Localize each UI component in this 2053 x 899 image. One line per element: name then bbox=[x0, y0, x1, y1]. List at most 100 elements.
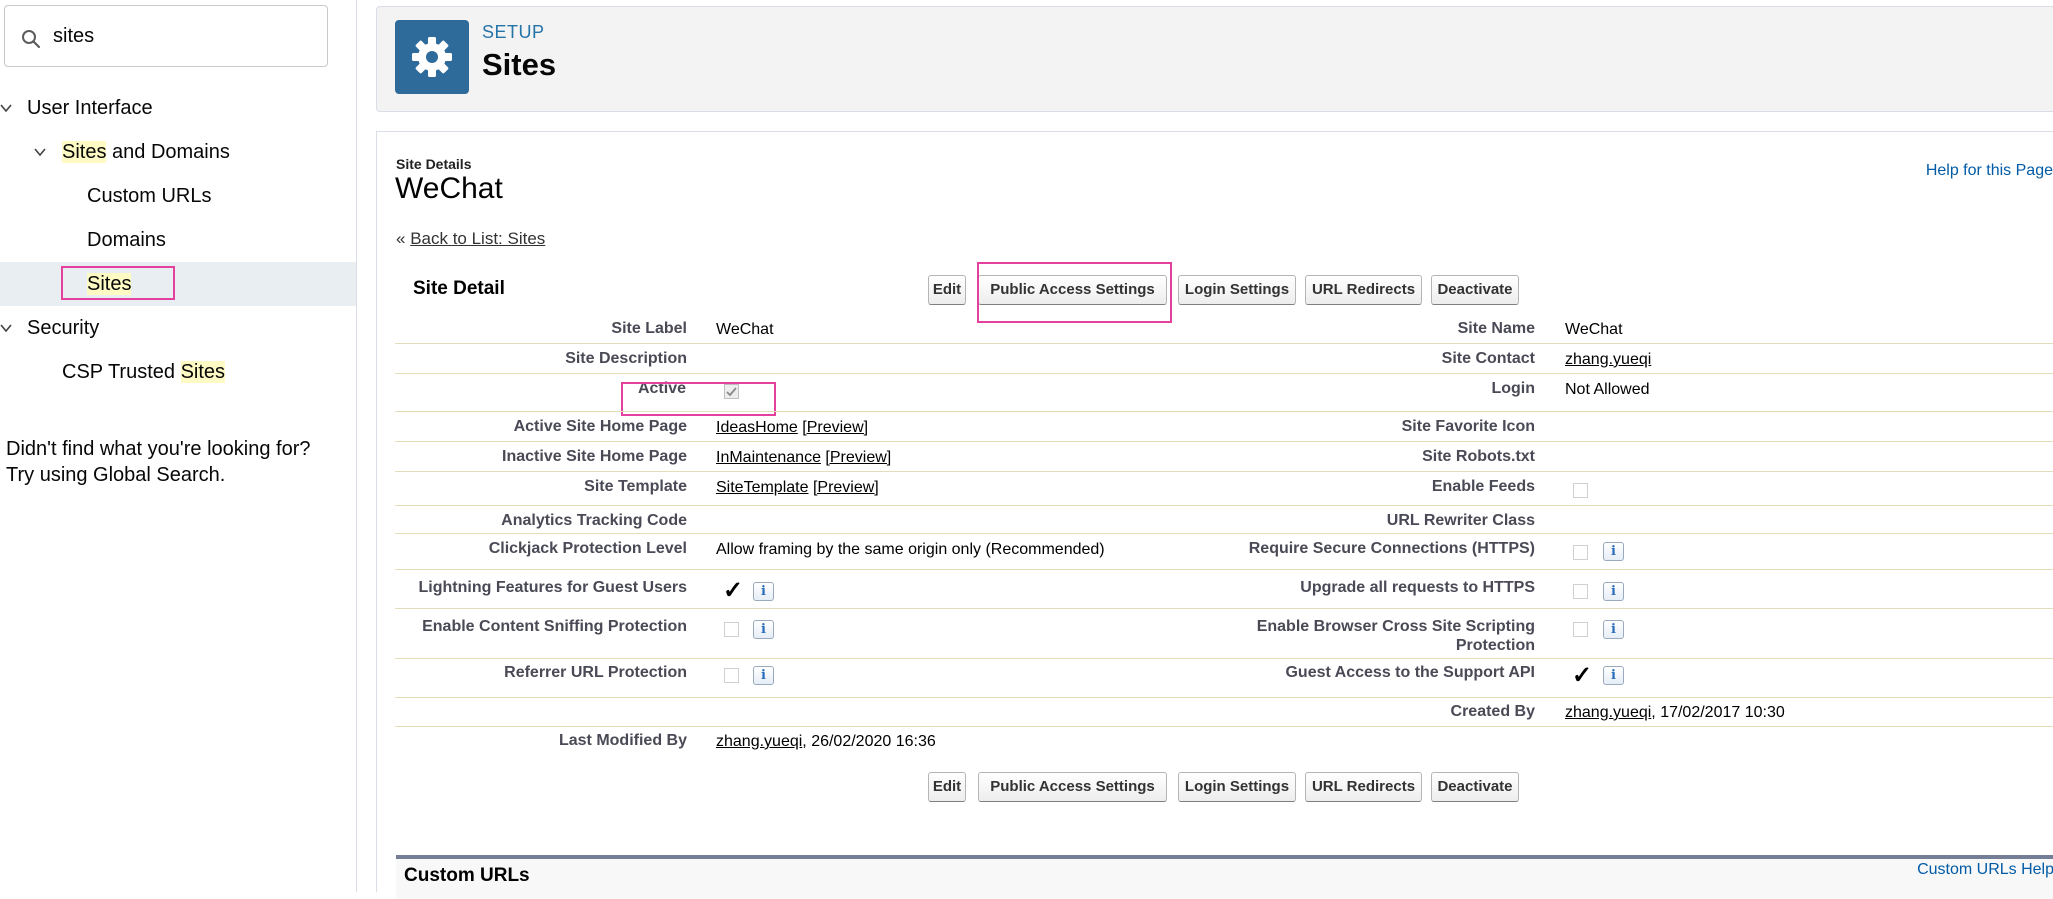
info-icon[interactable]: i bbox=[753, 582, 774, 601]
rewriter-label: URL Rewriter Class bbox=[1386, 512, 1535, 529]
content-sniff-checkbox bbox=[724, 622, 739, 637]
url-redirects-button-bottom[interactable]: URL Redirects bbox=[1305, 772, 1422, 802]
tree-item-sites[interactable]: Sites bbox=[0, 262, 356, 306]
back-to-list-link[interactable]: Back to List: Sites bbox=[410, 229, 545, 248]
not-found-line-1: Didn't find what you're looking for? bbox=[6, 438, 311, 460]
deactivate-button[interactable]: Deactivate bbox=[1431, 275, 1519, 305]
page-title: Sites bbox=[482, 47, 557, 82]
tree-item-custom-urls[interactable]: Custom URLs bbox=[0, 174, 356, 218]
login-settings-button[interactable]: Login Settings bbox=[1178, 275, 1296, 305]
row-divider bbox=[395, 343, 2053, 344]
custom-urls-help-link[interactable]: Custom URLs Help bbox=[1917, 861, 2053, 879]
info-icon[interactable]: i bbox=[753, 666, 774, 685]
chevron-down-icon[interactable] bbox=[34, 146, 46, 158]
tree-item-sites-and-domains[interactable]: Sites and Domains bbox=[0, 130, 356, 174]
active-home-label: Active Site Home Page bbox=[513, 418, 687, 435]
site-label-label: Site Label bbox=[611, 320, 687, 337]
template-label: Site Template bbox=[584, 478, 687, 495]
login-settings-button-bottom[interactable]: Login Settings bbox=[1178, 772, 1296, 802]
active-home-preview-link[interactable]: [Preview] bbox=[802, 419, 868, 436]
url-redirects-button[interactable]: URL Redirects bbox=[1305, 275, 1422, 305]
modified-by-date: , 26/02/2020 16:36 bbox=[802, 733, 936, 750]
tree-item-security[interactable]: Security bbox=[0, 306, 356, 350]
inactive-home-label: Inactive Site Home Page bbox=[502, 448, 687, 465]
favorite-icon-label: Site Favorite Icon bbox=[1401, 418, 1535, 435]
modified-by-user-link[interactable]: zhang.yueqi bbox=[716, 733, 802, 750]
tree-label-text: CSP Trusted bbox=[62, 361, 181, 383]
site-contact-link[interactable]: zhang.yueqi bbox=[1565, 351, 1651, 368]
edit-button-bottom[interactable]: Edit bbox=[928, 772, 966, 802]
secure-conn-label: Require Secure Connections (HTTPS) bbox=[1248, 540, 1535, 557]
enable-feeds-checkbox bbox=[1573, 483, 1588, 498]
row-divider bbox=[395, 608, 2053, 609]
info-icon[interactable]: i bbox=[753, 620, 774, 639]
section-title: Site Detail bbox=[413, 278, 505, 299]
inactive-home-preview-link[interactable]: [Preview] bbox=[825, 449, 891, 466]
guest-support-label: Guest Access to the Support API bbox=[1285, 664, 1535, 681]
search-icon bbox=[22, 30, 41, 49]
custom-urls-title: Custom URLs bbox=[404, 865, 530, 886]
chevron-down-icon[interactable] bbox=[0, 102, 12, 114]
info-icon[interactable]: i bbox=[1603, 582, 1624, 601]
tree-label-security: Security bbox=[27, 317, 100, 339]
info-icon[interactable]: i bbox=[1603, 620, 1624, 639]
enable-feeds-label: Enable Feeds bbox=[1431, 478, 1535, 495]
tree-item-user-interface[interactable]: User Interface bbox=[0, 86, 356, 130]
public-access-settings-button-bottom[interactable]: Public Access Settings bbox=[978, 772, 1167, 802]
xss-label-line-1: Enable Browser Cross Site Scripting bbox=[1256, 618, 1535, 635]
referrer-label: Referrer URL Protection bbox=[504, 664, 687, 681]
chevron-down-icon[interactable] bbox=[0, 322, 12, 334]
created-by-label: Created By bbox=[1450, 703, 1535, 720]
not-found-message: Didn't find what you're looking for? Try… bbox=[6, 436, 310, 488]
row-divider bbox=[395, 658, 2053, 659]
annotation-highlight-box bbox=[61, 266, 175, 300]
row-divider bbox=[395, 697, 2053, 698]
lightning-guest-checkmark: ✓ bbox=[723, 577, 744, 604]
site-contact-value: zhang.yueqi bbox=[1565, 350, 1651, 369]
inactive-home-value: InMaintenance [Preview] bbox=[716, 448, 891, 467]
help-link[interactable]: Help for this Page bbox=[1926, 162, 2053, 180]
deactivate-button-bottom[interactable]: Deactivate bbox=[1431, 772, 1519, 802]
login-value: Not Allowed bbox=[1565, 381, 1650, 398]
quick-find-input[interactable] bbox=[53, 20, 313, 52]
breadcrumb: Site Details bbox=[396, 156, 472, 172]
login-label: Login bbox=[1491, 380, 1535, 397]
edit-button[interactable]: Edit bbox=[928, 275, 966, 305]
search-match-highlight: Sites bbox=[180, 361, 226, 383]
content-sniff-label: Enable Content Sniffing Protection bbox=[422, 618, 687, 635]
modified-by-value: zhang.yueqi, 26/02/2020 16:36 bbox=[716, 732, 936, 751]
row-divider bbox=[395, 411, 2053, 412]
tree-label-custom-urls: Custom URLs bbox=[87, 185, 212, 207]
template-link[interactable]: SiteTemplate bbox=[716, 479, 809, 496]
tree-label-domains: Domains bbox=[87, 229, 166, 251]
site-description-label: Site Description bbox=[565, 350, 687, 367]
row-divider bbox=[395, 441, 2053, 442]
created-by-value: zhang.yueqi, 17/02/2017 10:30 bbox=[1565, 703, 1785, 722]
tree-item-csp-trusted-sites[interactable]: CSP Trusted Sites bbox=[0, 350, 356, 394]
row-divider bbox=[395, 505, 2053, 506]
back-to-list: « Back to List: Sites bbox=[396, 229, 545, 249]
created-by-user-link[interactable]: zhang.yueqi bbox=[1565, 704, 1651, 721]
analytics-label: Analytics Tracking Code bbox=[501, 512, 687, 529]
secure-conn-checkbox bbox=[1573, 545, 1588, 560]
quick-find-box[interactable] bbox=[4, 5, 328, 67]
inactive-home-link[interactable]: InMaintenance bbox=[716, 449, 821, 466]
site-label-value: WeChat bbox=[716, 321, 774, 338]
referrer-checkbox bbox=[724, 668, 739, 683]
info-icon[interactable]: i bbox=[1603, 542, 1624, 561]
row-divider bbox=[395, 533, 2053, 534]
row-divider bbox=[395, 726, 2053, 727]
active-home-value: IdeasHome [Preview] bbox=[716, 418, 868, 437]
xss-label-line-2: Protection bbox=[1455, 637, 1535, 654]
template-preview-link[interactable]: [Preview] bbox=[813, 479, 879, 496]
active-home-link[interactable]: IdeasHome bbox=[716, 419, 798, 436]
setup-header-icon bbox=[395, 20, 469, 94]
info-icon[interactable]: i bbox=[1603, 666, 1624, 685]
xss-label: Enable Browser Cross Site Scripting Prote… bbox=[1222, 617, 1535, 655]
page-header: SETUP Sites bbox=[376, 6, 2053, 112]
tree-item-domains[interactable]: Domains bbox=[0, 218, 356, 262]
xss-checkbox bbox=[1573, 622, 1588, 637]
site-name-value: WeChat bbox=[1565, 321, 1623, 338]
setup-sidebar: User Interface Sites and Domains Custom … bbox=[0, 0, 357, 892]
tree-label-sites-and-domains: Sites and Domains bbox=[62, 130, 230, 174]
